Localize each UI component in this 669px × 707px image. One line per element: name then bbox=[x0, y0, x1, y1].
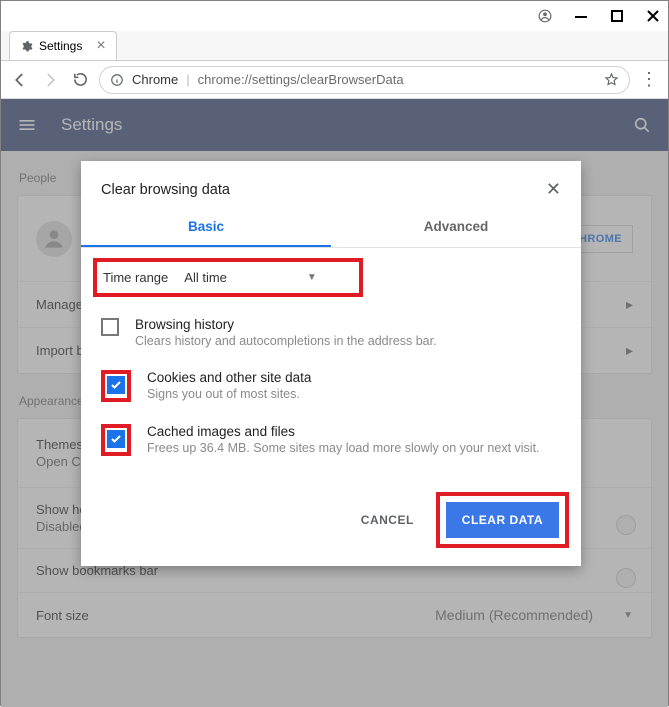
dialog-tabs: Basic Advanced bbox=[81, 208, 581, 248]
time-range-value: All time bbox=[184, 270, 227, 285]
browser-tab-strip: Settings × bbox=[1, 31, 668, 61]
window-titlebar bbox=[1, 1, 668, 31]
site-info-icon[interactable] bbox=[110, 73, 124, 87]
bookmark-star-icon[interactable] bbox=[604, 72, 619, 87]
option-cookies-title: Cookies and other site data bbox=[147, 370, 311, 385]
cancel-button[interactable]: CANCEL bbox=[349, 503, 426, 537]
option-browsing-history[interactable]: Browsing history Clears history and auto… bbox=[93, 309, 569, 362]
option-cache[interactable]: Cached images and files Frees up 36.4 MB… bbox=[93, 416, 569, 470]
reload-button[interactable] bbox=[69, 69, 91, 91]
option-history-title: Browsing history bbox=[135, 317, 437, 332]
omnibox-separator: | bbox=[186, 72, 189, 87]
omnibox[interactable]: Chrome | chrome://settings/clearBrowserD… bbox=[99, 66, 630, 94]
dialog-title: Clear browsing data bbox=[101, 182, 230, 198]
dialog-close-icon[interactable]: ✕ bbox=[546, 179, 561, 200]
time-range-label: Time range bbox=[103, 270, 168, 285]
option-cookies[interactable]: Cookies and other site data Signs you ou… bbox=[93, 362, 569, 416]
window-close-icon[interactable] bbox=[646, 9, 660, 23]
browser-tab-title: Settings bbox=[39, 39, 82, 53]
tab-advanced[interactable]: Advanced bbox=[331, 208, 581, 247]
settings-app: Settings People Sign in to get your book… bbox=[1, 99, 668, 707]
chrome-menu-icon[interactable]: ⋮ bbox=[638, 77, 660, 82]
tab-basic[interactable]: Basic bbox=[81, 208, 331, 247]
option-history-desc: Clears history and autocompletions in th… bbox=[135, 334, 437, 348]
gear-icon bbox=[20, 40, 33, 53]
checkbox-cookies[interactable] bbox=[107, 376, 125, 394]
checkbox-cache[interactable] bbox=[107, 430, 125, 448]
browser-toolbar: Chrome | chrome://settings/clearBrowserD… bbox=[1, 61, 668, 99]
omnibox-scheme: Chrome bbox=[132, 72, 178, 87]
back-button[interactable] bbox=[9, 69, 31, 91]
clear-data-button[interactable]: CLEAR DATA bbox=[446, 502, 559, 538]
browser-tab-settings[interactable]: Settings × bbox=[9, 31, 117, 60]
omnibox-url: chrome://settings/clearBrowserData bbox=[198, 72, 404, 87]
window-minimize-icon[interactable] bbox=[574, 9, 588, 23]
clear-browsing-data-dialog: Clear browsing data ✕ Basic Advanced Tim… bbox=[81, 161, 581, 566]
option-cookies-desc: Signs you out of most sites. bbox=[147, 387, 311, 401]
option-cache-desc: Frees up 36.4 MB. Some sites may load mo… bbox=[147, 441, 540, 455]
time-range-row[interactable]: Time range All time ▼ bbox=[93, 258, 363, 297]
checkbox-browsing-history[interactable] bbox=[101, 318, 119, 336]
user-account-icon[interactable] bbox=[538, 9, 552, 23]
option-cache-title: Cached images and files bbox=[147, 424, 540, 439]
chevron-down-icon: ▼ bbox=[307, 272, 317, 283]
forward-button[interactable] bbox=[39, 69, 61, 91]
window-maximize-icon[interactable] bbox=[610, 9, 624, 23]
